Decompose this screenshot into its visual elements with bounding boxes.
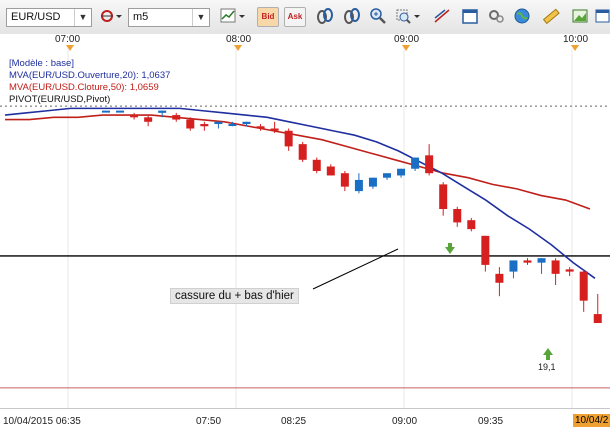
indicator-legend: [Modèle : base] MVA(EUR/USD.Ouverture,20… <box>9 58 170 106</box>
symbol-select[interactable]: EUR/USD ▼ <box>6 8 92 27</box>
candle-body <box>354 179 363 192</box>
candle-body <box>312 159 321 171</box>
candle-body <box>130 115 139 118</box>
candle-body <box>326 166 335 176</box>
candle-body <box>579 271 588 301</box>
time-label: 09:35 <box>478 416 504 427</box>
candle-body <box>172 115 181 120</box>
time-label: 08:00 <box>226 34 252 45</box>
link-alt-icon[interactable] <box>340 6 364 28</box>
candle-body <box>509 260 518 272</box>
timeframe-select[interactable]: m5 ▼ <box>128 8 210 27</box>
time-label: 10:00 <box>563 34 589 45</box>
candle-body <box>425 155 434 174</box>
zoom-rect-icon[interactable] <box>393 6 423 28</box>
calendar-icon[interactable] <box>458 6 482 28</box>
mva-open-line <box>4 107 596 279</box>
bid-button[interactable]: Bid <box>257 7 279 27</box>
ruler-icon[interactable] <box>539 6 563 28</box>
candle-body <box>593 314 602 324</box>
candle-body <box>495 273 504 283</box>
candle-body <box>340 173 349 187</box>
chart-window-icon[interactable] <box>594 6 610 28</box>
candle-body <box>565 269 574 272</box>
candle-body <box>200 124 209 127</box>
candle-body <box>537 258 546 263</box>
time-label: 09:00 <box>392 416 418 427</box>
legend-model: [Modèle : base] <box>9 58 74 69</box>
candle-body <box>397 168 406 176</box>
legend-mva-open: MVA(EUR/USD.Ouverture,20): 1,0637 <box>9 70 171 81</box>
time-axis-top: 07:00 08:00 09:00 10:00 <box>0 34 610 48</box>
chevron-down-icon[interactable]: ▼ <box>74 9 91 26</box>
marker-label: 19,1 <box>538 362 556 372</box>
candle-body <box>270 128 279 131</box>
candle-body <box>368 177 377 187</box>
signal-up-arrow <box>543 348 553 355</box>
candle-body <box>284 130 293 147</box>
candle-body <box>298 144 307 160</box>
chart-annotation[interactable]: cassure du + bas d'hier <box>170 288 299 304</box>
candle-body <box>158 110 167 113</box>
chart-type-icon[interactable] <box>218 6 248 28</box>
candle-body <box>228 124 237 127</box>
current-time: 10/04/2 <box>573 414 610 427</box>
signal-down-arrow <box>445 247 455 254</box>
ask-button[interactable]: Ask <box>284 7 306 27</box>
zoom-in-icon[interactable] <box>366 6 390 28</box>
candle-body <box>523 260 532 263</box>
candle-body <box>481 235 490 265</box>
time-label: 09:00 <box>394 34 420 45</box>
candle-body <box>453 208 462 223</box>
candle-body <box>551 260 560 274</box>
toolbar: EUR/USD ▼ m5 ▼ Bid Ask <box>0 0 610 35</box>
settings-icon[interactable] <box>484 6 508 28</box>
candle-body <box>467 220 476 230</box>
annotation-connector <box>312 248 399 290</box>
candle-body <box>214 121 223 125</box>
time-label: 07:50 <box>196 416 222 427</box>
time-axis-bottom: 10/04/2015 06:35 07:50 08:25 09:00 09:35… <box>0 408 610 432</box>
screenshot-icon[interactable] <box>568 6 592 28</box>
trend-line-icon[interactable] <box>430 6 454 28</box>
crosshair-icon[interactable] <box>96 6 124 28</box>
legend-mva-close: MVA(EUR/USD.Cloture,50): 1,0659 <box>9 82 159 93</box>
globe-icon[interactable] <box>510 6 534 28</box>
candle-body <box>383 173 391 178</box>
candle-body <box>439 184 448 209</box>
link-icon[interactable] <box>313 6 337 28</box>
start-date: 10/04/2015 06:35 <box>3 416 81 427</box>
candle-body <box>242 121 251 125</box>
timeframe-value: m5 <box>133 11 149 23</box>
candle-body <box>102 110 110 113</box>
time-label: 07:00 <box>55 34 81 45</box>
symbol-value: EUR/USD <box>11 11 61 23</box>
candle-body <box>186 119 195 129</box>
candle-body <box>411 157 420 169</box>
mva-close-line <box>5 114 591 210</box>
chevron-down-icon[interactable]: ▼ <box>192 9 209 26</box>
candle-body <box>116 110 125 113</box>
legend-pivot: PIVOT(EUR/USD,Pivot) <box>9 94 111 105</box>
time-label: 08:25 <box>281 416 307 427</box>
signal-up-arrow-stem <box>546 355 550 360</box>
candle-body <box>256 126 265 129</box>
candle-body <box>144 117 153 122</box>
signal-down-arrow-stem <box>448 243 452 248</box>
